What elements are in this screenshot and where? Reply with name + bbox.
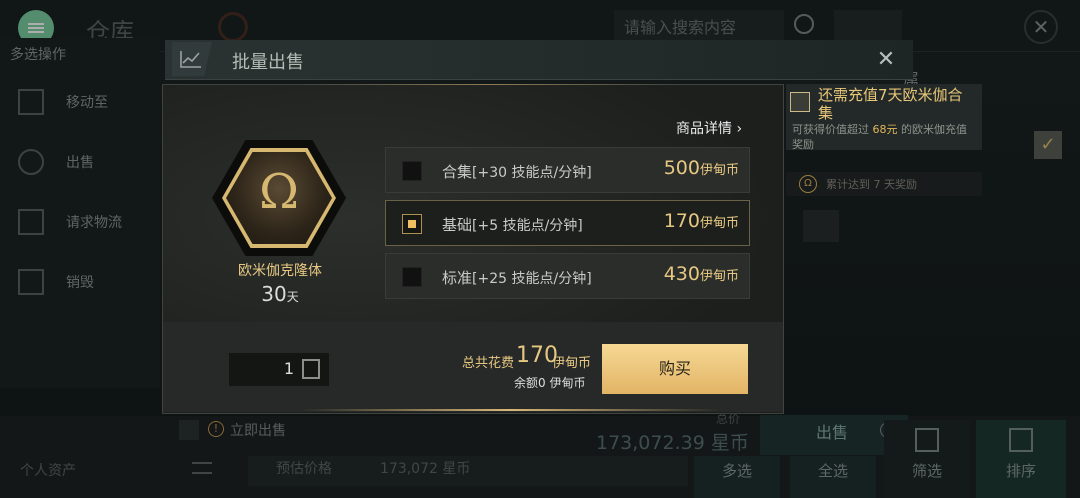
promo-amount: 68元 [872, 123, 898, 136]
item-duration: 30天 [200, 282, 360, 306]
option-checkbox[interactable] [402, 161, 422, 181]
option-name: 基础 [442, 216, 473, 234]
option-bonus: [+25 技能点/分钟] [472, 271, 592, 287]
duration-value: 30 [261, 282, 287, 306]
option-label: 标准[+25 技能点/分钟] [442, 267, 592, 288]
calculator-icon[interactable] [302, 359, 320, 379]
option-basic[interactable]: 基础[+5 技能点/分钟] 170伊甸币 [385, 200, 750, 246]
buy-button[interactable]: 购买 [602, 344, 748, 394]
divider [300, 409, 720, 411]
omega-icon: Ω [259, 164, 299, 220]
price-unit: 伊甸币 [699, 216, 739, 231]
chevron-right-icon: › [736, 121, 743, 137]
option-label: 合集[+30 技能点/分钟] [442, 161, 592, 182]
option-checkbox[interactable] [402, 214, 422, 234]
option-price: 170伊甸币 [664, 210, 739, 232]
option-label: 基础[+5 技能点/分钟] [442, 214, 583, 235]
close-icon[interactable]: ✕ [874, 48, 898, 72]
gift-icon [790, 92, 810, 112]
option-price: 430伊甸币 [664, 263, 739, 285]
price-value: 500 [663, 157, 700, 179]
cost-label: 总共花费 [462, 356, 515, 371]
price-unit: 伊甸币 [699, 269, 739, 284]
option-price: 500伊甸币 [664, 157, 739, 179]
price-unit: 伊甸币 [699, 163, 739, 178]
promo-sub-text: 可获得价值超过 [792, 123, 869, 136]
option-bonus: [+5 技能点/分钟] [472, 218, 583, 234]
promo-title: 还需充值7天欧米伽合集 [818, 86, 963, 122]
quantity-value: 1 [283, 359, 294, 378]
option-checkbox[interactable] [402, 267, 422, 287]
product-details-link[interactable]: 商品详情 › [676, 118, 742, 138]
cost-unit: 伊甸币 [552, 356, 592, 371]
dialog-title: 批量出售 [232, 52, 304, 73]
option-bonus: [+30 技能点/分钟] [472, 165, 592, 181]
details-link-label: 商品详情 [676, 121, 732, 137]
price-value: 430 [663, 263, 700, 285]
balance-text: 余额0 伊甸币 [514, 376, 586, 390]
option-name: 标准 [442, 269, 473, 287]
option-name: 合集 [442, 163, 473, 181]
item-name: 欧米伽克隆体 [238, 263, 322, 279]
option-standard[interactable]: 标准[+25 技能点/分钟] 430伊甸币 [385, 253, 750, 299]
screen: 仓库 请输入搜索内容 ✕ 多选操作 移动至 出售 请求物流 销毁 属 ✓ Ω 累… [0, 0, 1080, 498]
promo-subtitle: 可获得价值超过 68元 的欧米伽充值奖励 [792, 122, 972, 152]
duration-unit: 天 [286, 290, 299, 304]
option-collection[interactable]: 合集[+30 技能点/分钟] 500伊甸币 [385, 147, 750, 193]
price-value: 170 [663, 210, 700, 232]
divider [300, 84, 680, 85]
